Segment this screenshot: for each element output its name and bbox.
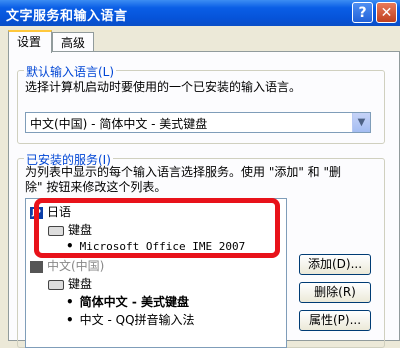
tree-item-label: 简体中文 - 美式键盘	[79, 295, 190, 309]
title-bar: 文字服务和输入语言 ? ✕	[0, 0, 400, 26]
bullet-icon: •	[66, 295, 74, 309]
tree-item-label: 中文 - QQ拼音输入法	[79, 313, 195, 327]
tree-item-label: 中文(中国)	[47, 259, 105, 273]
close-button[interactable]: ✕	[376, 2, 397, 23]
tree-item-qq-pinyin[interactable]: • 中文 - QQ拼音输入法	[66, 311, 195, 328]
properties-button[interactable]: 属性(P)...	[299, 310, 371, 331]
keyboard-icon	[48, 225, 64, 236]
bullet-icon: •	[66, 313, 74, 327]
help-button[interactable]: ?	[352, 2, 373, 23]
language-jp-icon: JP	[30, 206, 43, 219]
tab-panel: 默认输入语言(L) 选择计算机启动时要使用的一个已安装的输入语言。 中文(中国)…	[8, 51, 400, 348]
tab-advanced[interactable]: 高级	[52, 32, 94, 52]
tree-item-ime[interactable]: • Microsoft Office IME 2007	[66, 239, 245, 253]
tree-item-keyboard-cn[interactable]: 键盘	[48, 275, 92, 292]
tree-item-chinese[interactable]: 中文(中国)	[30, 257, 104, 274]
window-title: 文字服务和输入语言	[6, 9, 128, 24]
add-button[interactable]: 添加(D)...	[299, 254, 371, 275]
default-language-value: 中文(中国) - 简体中文 - 美式键盘	[30, 117, 208, 131]
installed-services-description-2: 除" 按钮来修改这个列表。	[25, 180, 167, 194]
default-language-select[interactable]: 中文(中国) - 简体中文 - 美式键盘 ▼	[25, 112, 371, 133]
tree-item-japanese[interactable]: JP 日语	[30, 203, 71, 220]
chevron-down-icon[interactable]: ▼	[352, 113, 370, 132]
tree-item-keyboard-jp[interactable]: 键盘	[48, 221, 92, 238]
tree-item-label: 日语	[47, 205, 72, 219]
bullet-icon: •	[66, 239, 74, 253]
default-language-label: 默认输入语言(L)	[24, 63, 117, 80]
keyboard-icon	[48, 279, 64, 290]
tree-item-us-keyboard[interactable]: • 简体中文 - 美式键盘	[66, 293, 189, 310]
tree-item-label: 键盘	[68, 223, 93, 237]
remove-button[interactable]: 删除(R)	[299, 282, 371, 303]
tab-settings[interactable]: 设置	[8, 30, 52, 53]
installed-services-description-1: 为列表中显示的每个输入语言选择服务。使用 "添加" 和 "删	[25, 165, 342, 179]
tree-item-label: 键盘	[68, 277, 93, 291]
default-language-description: 选择计算机启动时要使用的一个已安装的输入语言。	[25, 80, 302, 94]
language-cn-icon	[30, 260, 43, 273]
services-tree[interactable]: JP 日语 键盘 • Microsoft Office IME 2007 中文(中国…	[25, 198, 287, 348]
tree-item-label: Microsoft Office IME 2007	[79, 240, 246, 253]
